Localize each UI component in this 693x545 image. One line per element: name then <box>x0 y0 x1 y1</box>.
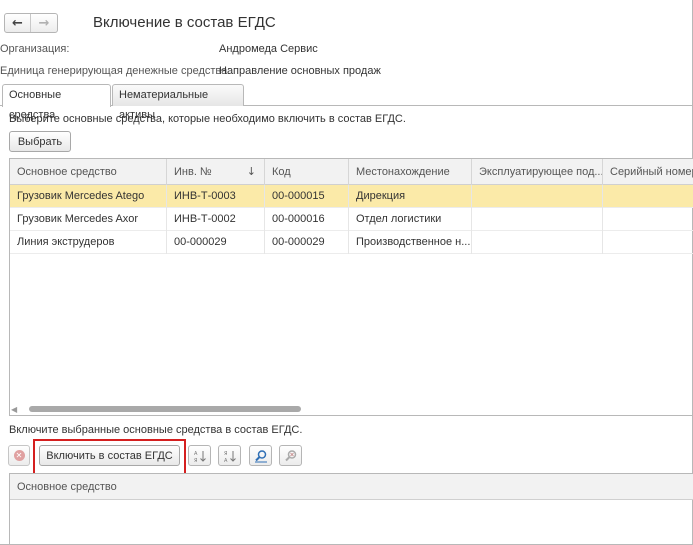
cancel-search-icon <box>284 449 296 461</box>
sort-descending-button[interactable]: Я А <box>218 445 241 466</box>
scroll-left-icon[interactable]: ◀ <box>11 405 17 414</box>
select-button[interactable]: Выбрать <box>9 131 71 152</box>
cell-operating-department <box>472 208 603 231</box>
cell-serial-number <box>603 208 693 231</box>
cell-operating-department <box>472 231 603 254</box>
table-row[interactable]: Линия экструдеров 00-000029 00-000029 Пр… <box>10 231 693 254</box>
cell-serial-number <box>603 231 693 254</box>
forward-arrow-icon[interactable]: → <box>31 14 57 32</box>
delete-button[interactable]: ✕ <box>8 445 30 466</box>
column-header-location[interactable]: Местонахождение <box>349 159 472 185</box>
delete-icon: ✕ <box>13 450 25 461</box>
table-header: Основное средство Инв. № ↓ Код Местонахо… <box>10 159 693 185</box>
column-header-asset[interactable]: Основное средство <box>10 159 167 185</box>
cell-location: Производственное н... <box>349 231 472 254</box>
column-header-serial-number[interactable]: Серийный номер <box>603 159 693 185</box>
column-header-inventory-number[interactable]: Инв. № ↓ <box>167 159 265 185</box>
included-assets-table: Основное средство <box>9 473 693 545</box>
cell-inventory-number: ИНВ-Т-0003 <box>167 185 265 208</box>
organization-value[interactable]: Андромеда Сервис <box>219 43 318 55</box>
cell-asset: Грузовик Mercedes Atego <box>10 185 167 208</box>
cell-serial-number <box>603 185 693 208</box>
column-header-asset[interactable]: Основное средство <box>10 474 310 500</box>
table-row[interactable]: Грузовик Mercedes Axor ИНВ-Т-0002 00-000… <box>10 208 693 231</box>
column-header-inventory-number-label: Инв. № <box>174 166 212 178</box>
cell-inventory-number: 00-000029 <box>167 231 265 254</box>
svg-text:Я: Я <box>224 451 227 457</box>
column-header-operating-department[interactable]: Эксплуатирующее под... <box>472 159 603 185</box>
cell-asset: Грузовик Mercedes Axor <box>10 208 167 231</box>
cell-operating-department <box>472 185 603 208</box>
table-header: Основное средство <box>10 474 693 500</box>
include-in-cgu-button[interactable]: Включить в состав ЕГДС <box>39 445 180 466</box>
column-header-code[interactable]: Код <box>265 159 349 185</box>
cell-location: Дирекция <box>349 185 472 208</box>
svg-text:А: А <box>224 458 228 463</box>
cell-code: 00-000015 <box>265 185 349 208</box>
cell-asset: Линия экструдеров <box>10 231 167 254</box>
horizontal-scrollbar[interactable]: ◀ <box>9 403 693 415</box>
sort-ascending-button[interactable]: А Я <box>188 445 211 466</box>
cash-generating-unit-label: Единица генерирующая денежные средства: <box>0 65 231 77</box>
sort-descending-icon: ↓ <box>246 165 256 178</box>
svg-text:А: А <box>194 451 198 457</box>
tab-fixed-assets[interactable]: Основные средства <box>2 84 111 121</box>
include-hint: Включите выбранные основные средства в с… <box>9 424 303 436</box>
tab-bar: Основные средства Нематериальные активы <box>0 84 693 121</box>
cell-inventory-number: ИНВ-Т-0002 <box>167 208 265 231</box>
svg-text:Я: Я <box>194 458 197 463</box>
table-row[interactable]: Грузовик Mercedes Atego ИНВ-Т-0003 00-00… <box>10 185 693 208</box>
sort-ascending-icon: А Я <box>194 450 206 463</box>
organization-label: Организация: <box>0 43 70 55</box>
fixed-assets-table: Основное средство Инв. № ↓ Код Местонахо… <box>9 158 693 416</box>
select-hint: Выберите основные средства, которые необ… <box>9 113 406 125</box>
scrollbar-thumb[interactable] <box>29 406 301 412</box>
cell-location: Отдел логистики <box>349 208 472 231</box>
back-arrow-icon[interactable]: ← <box>5 14 32 32</box>
form-window: ← → Включение в состав ЕГДС Организация:… <box>0 0 693 545</box>
tab-intangible-assets[interactable]: Нематериальные активы <box>112 84 244 121</box>
navigation-buttons: ← → <box>4 13 58 33</box>
sort-descending-list-icon: Я А <box>224 450 236 463</box>
find-button[interactable] <box>249 445 272 466</box>
cell-code: 00-000016 <box>265 208 349 231</box>
cash-generating-unit-value[interactable]: Направление основных продаж <box>219 65 381 77</box>
page-title: Включение в состав ЕГДС <box>93 14 276 31</box>
search-icon <box>254 449 267 462</box>
cell-code: 00-000029 <box>265 231 349 254</box>
cancel-search-button[interactable] <box>279 445 302 466</box>
